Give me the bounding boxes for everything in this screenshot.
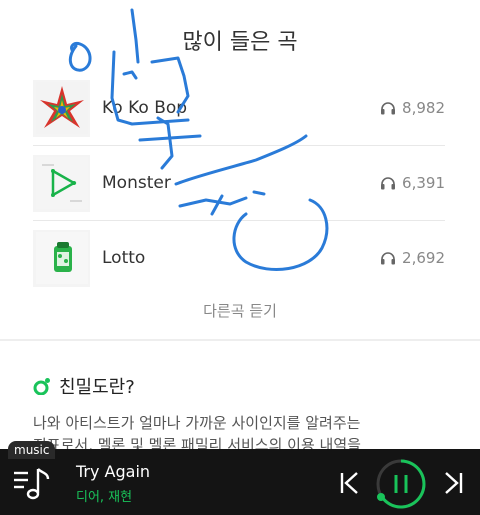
play-count-value: 6,391 <box>402 174 445 192</box>
intimacy-heading-text: 친밀도란? <box>59 377 135 398</box>
description-line: 나와 아티스트가 얼마나 가까운 사이인지를 알려주는 <box>33 414 361 432</box>
now-playing-title[interactable]: Try Again <box>76 462 150 481</box>
track-row-2[interactable]: Monster 6,391 <box>33 146 445 220</box>
play-count: 6,391 <box>380 174 445 192</box>
album-cover-monster[interactable] <box>33 154 90 212</box>
mini-player[interactable]: music Try Again 디어, 재현 <box>0 441 480 515</box>
music-badge: music <box>8 441 56 459</box>
track-title[interactable]: Lotto <box>102 248 380 268</box>
playlist-menu-icon[interactable] <box>12 463 52 503</box>
headphones-icon <box>381 102 396 115</box>
track-title[interactable]: Monster <box>102 173 380 193</box>
track-row-1[interactable]: Ko Ko Bop 8,982 <box>33 71 445 145</box>
play-count-value: 2,692 <box>402 249 445 267</box>
intimacy-heading: 친밀도란? <box>33 373 135 399</box>
headphones-icon <box>381 177 396 190</box>
album-cover-lotto[interactable] <box>33 229 90 287</box>
track-title[interactable]: Ko Ko Bop <box>102 98 380 118</box>
album-cover-ko-ko-bop[interactable] <box>33 79 90 137</box>
pause-button[interactable] <box>374 457 428 511</box>
more-songs-link[interactable]: 다른곡 듣기 <box>0 300 480 321</box>
section-divider <box>0 339 480 341</box>
headphones-icon <box>381 252 396 265</box>
track-row-3[interactable]: Lotto 2,692 <box>33 221 445 295</box>
play-count: 2,692 <box>380 249 445 267</box>
now-playing-artist[interactable]: 디어, 재현 <box>76 486 132 505</box>
previous-track-icon[interactable] <box>337 469 363 497</box>
next-track-icon[interactable] <box>440 469 466 497</box>
play-count-value: 8,982 <box>402 99 445 117</box>
play-count: 8,982 <box>380 99 445 117</box>
music-note-circle-icon <box>33 378 50 395</box>
section-title: 많이 들은 곡 <box>182 30 298 55</box>
